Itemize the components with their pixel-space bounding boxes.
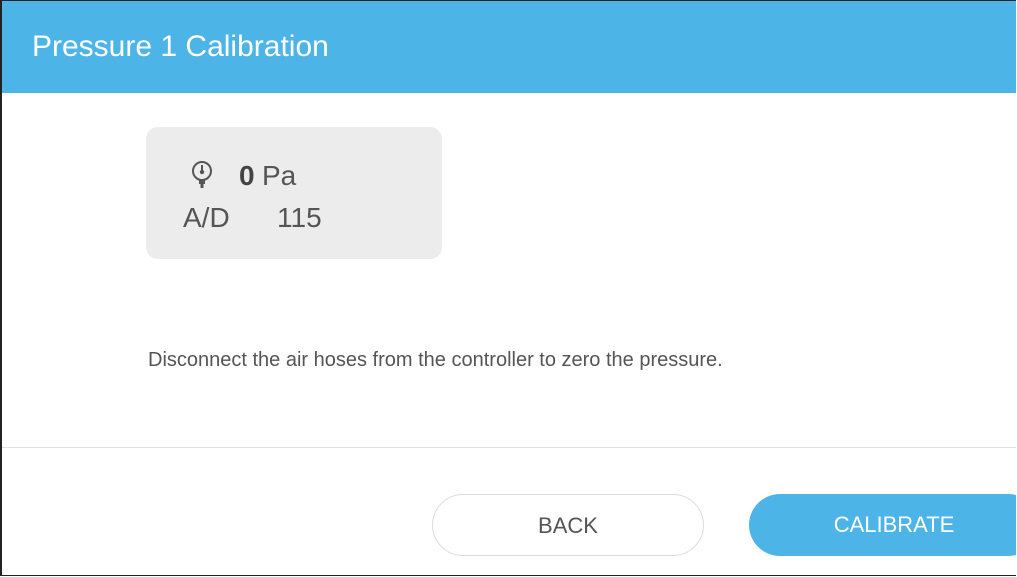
ad-label: A/D — [183, 202, 230, 233]
dialog-title: Pressure 1 Calibration — [32, 30, 329, 63]
pressure-gauge-icon — [192, 161, 212, 188]
pressure-reading-card: 0 Pa A/D 115 — [146, 127, 442, 259]
calibrate-button[interactable]: CALIBRATE — [749, 494, 1016, 556]
footer-divider — [2, 447, 1016, 448]
dialog-header: Pressure 1 Calibration — [2, 1, 1016, 93]
back-button[interactable]: BACK — [432, 494, 704, 556]
calibration-instruction: Disconnect the air hoses from the contro… — [148, 349, 723, 371]
pressure-unit: Pa — [262, 160, 297, 191]
pressure-value: 0 — [239, 160, 255, 191]
calibration-dialog: Pressure 1 Calibration 0 Pa A/D 115 Disc… — [0, 0, 1016, 576]
ad-value: 115 — [277, 202, 322, 233]
